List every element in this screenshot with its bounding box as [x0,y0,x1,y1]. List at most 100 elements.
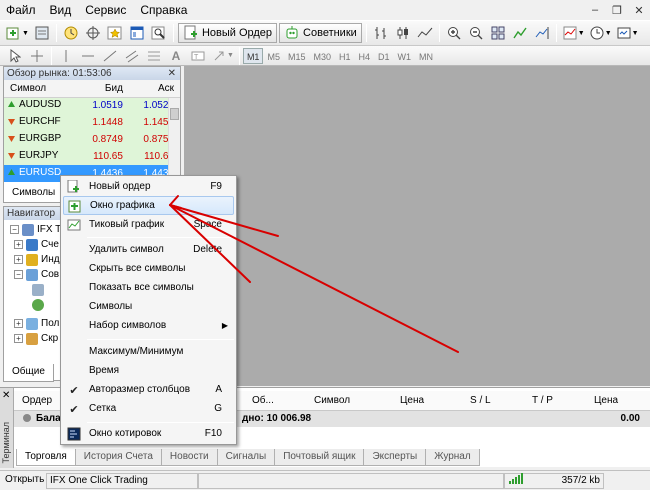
timeframe-h4[interactable]: H4 [355,48,375,64]
close-icon[interactable]: ✕ [628,2,650,18]
profiles-button[interactable] [32,23,52,43]
table-row[interactable]: AUDUSD 1.0519 1.0522 [4,97,180,114]
trendline-button[interactable] [100,46,120,66]
periods-button[interactable]: ▼ [588,23,613,43]
column-price-current[interactable]: Цена [594,395,618,406]
scrollbar-thumb[interactable] [170,108,179,120]
expand-icon[interactable]: + [14,255,23,264]
collapse-icon[interactable]: − [14,270,23,279]
crosshair-button[interactable] [83,23,103,43]
expand-icon[interactable]: + [14,319,23,328]
expand-icon[interactable]: + [14,334,23,343]
column-ask[interactable]: Аск [128,80,180,98]
menu-item-chart-window[interactable]: Окно графика [63,196,234,215]
new-order-button[interactable]: Новый Ордер [177,23,278,43]
chart-shift-button[interactable] [532,23,552,43]
column-tp[interactable]: T / P [532,395,553,406]
menu-file[interactable]: Файл [0,0,43,20]
templates-button[interactable]: ▼ [615,23,640,43]
menu-item-show-all[interactable]: Показать все символы [63,278,234,297]
new-chart-button[interactable]: ▼ [5,23,30,43]
indicators-button[interactable]: ▼ [561,23,586,43]
new-order-icon [66,179,82,195]
crosshair-tool-button[interactable] [27,46,47,66]
tab-signals[interactable]: Сигналы [216,449,276,466]
tab-journal[interactable]: Журнал [425,449,480,466]
close-icon[interactable]: ✕ [168,67,176,80]
scrollbar[interactable] [168,98,180,186]
menu-item-auto-arrange[interactable]: ✔ Авторазмер столбцов A [63,380,234,399]
auto-scroll-icon [512,25,528,41]
collapse-icon[interactable]: − [10,225,19,234]
table-row[interactable]: EURJPY 110.65 110.68 [4,148,180,165]
market-watch-table: Символ Бид Аск AUDUSD 1.0519 1.0522 EURCHF 1… [4,80,180,182]
menu-item-hide-all[interactable]: Скрыть все символы [63,259,234,278]
chart-area[interactable] [184,66,650,386]
status-connection[interactable]: 357/2 kb [504,472,604,489]
candle-chart-button[interactable] [393,23,413,43]
tab-experts[interactable]: Эксперты [363,449,427,466]
restore-icon[interactable]: ❐ [606,2,628,18]
bar-chart-button[interactable] [371,23,391,43]
menu-item-quotes-window[interactable]: Окно котировок F10 [63,424,234,443]
status-profile[interactable]: IFX One Click Trading [46,473,198,489]
timeframe-d1[interactable]: D1 [374,48,394,64]
menu-item-high-low[interactable]: Максимум/Минимум [63,342,234,361]
timeframe-h1[interactable]: H1 [335,48,355,64]
column-sl[interactable]: S / L [470,395,491,406]
zoom-in-button[interactable] [444,23,464,43]
menu-item-new-order[interactable]: Новый ордер F9 [63,177,234,196]
navigator-button[interactable] [105,23,125,43]
tab-trade[interactable]: Торговля [16,449,76,466]
timeframe-mn[interactable]: MN [415,48,437,64]
market-watch-button[interactable] [61,23,81,43]
expand-icon[interactable]: + [14,240,23,249]
menu-help[interactable]: Справка [133,0,194,20]
arrows-button[interactable]: ▼ [210,46,235,66]
column-symbol[interactable]: Символ [4,80,78,98]
horizontal-line-button[interactable] [78,46,98,66]
column-bid[interactable]: Бид [77,80,129,98]
vertical-line-button[interactable] [56,46,76,66]
line-chart-button[interactable] [415,23,435,43]
tab-common[interactable]: Общие [3,364,54,382]
column-volume[interactable]: Об... [252,395,274,406]
tab-news[interactable]: Новости [160,449,218,466]
zoom-out-button[interactable] [466,23,486,43]
timeframe-m15[interactable]: M15 [284,48,310,64]
auto-scroll-button[interactable] [510,23,530,43]
column-symbol[interactable]: Символ [314,395,350,406]
tab-account-history[interactable]: История Счета [74,449,162,466]
menu-item-symbol-set[interactable]: Набор символов ▶ [63,316,234,335]
menu-item-delete-symbol[interactable]: Удалить символ Delete [63,240,234,259]
table-row[interactable]: EURGBP 0.8749 0.8752 [4,131,180,148]
timeframe-m30[interactable]: M30 [309,48,335,64]
menu-item-grid[interactable]: ✔ Сетка G [63,399,234,418]
timeframe-m1[interactable]: M1 [242,47,264,64]
toolbar-separator [172,24,174,42]
tile-windows-button[interactable] [488,23,508,43]
fibo-button[interactable] [144,46,164,66]
candlestick-icon [395,25,411,41]
label-button[interactable]: T [188,46,208,66]
menu-item-symbols[interactable]: Символы [63,297,234,316]
cursor-button[interactable] [5,46,25,66]
menu-view[interactable]: Вид [43,0,79,20]
text-button[interactable]: A [166,46,186,66]
terminal-button[interactable] [127,23,147,43]
column-order[interactable]: Ордер [22,395,52,406]
table-row[interactable]: EURCHF 1.1448 1.1451 [4,114,180,131]
menu-item-time[interactable]: Время [63,361,234,380]
channel-button[interactable] [122,46,142,66]
column-price[interactable]: Цена [400,395,424,406]
menu-item-tick-chart[interactable]: Тиковый график Space [63,215,234,234]
expert-advisors-button[interactable]: Советники [279,23,362,43]
timeframe-w1[interactable]: W1 [394,48,416,64]
tab-mailbox[interactable]: Почтовый ящик [274,449,365,466]
timeframe-m5[interactable]: M5 [263,48,284,64]
menu-tools[interactable]: Сервис [78,0,133,20]
minimize-icon[interactable]: – [584,2,606,18]
close-icon[interactable]: ✕ [2,390,10,401]
tester-button[interactable] [149,23,169,43]
tab-symbols[interactable]: Символы [3,185,65,203]
